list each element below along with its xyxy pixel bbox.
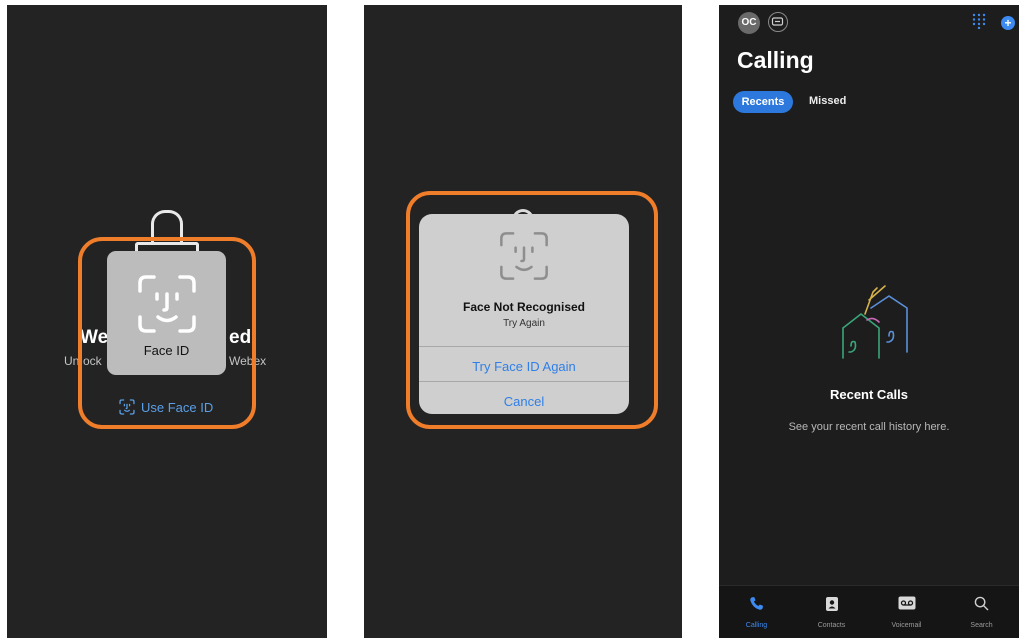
page-title: Calling xyxy=(737,47,814,73)
voicemail-icon xyxy=(898,596,915,610)
nav-calling-label: Calling xyxy=(745,622,768,629)
screen-share-button[interactable] xyxy=(768,12,788,32)
highlight-ring xyxy=(78,237,256,429)
phone-icon xyxy=(750,596,764,610)
dialpad-icon[interactable] xyxy=(972,13,986,29)
nav-search[interactable]: Search xyxy=(944,586,1019,638)
nav-calling[interactable]: Calling xyxy=(719,586,794,638)
tab-missed[interactable]: Missed xyxy=(809,95,846,107)
nav-contacts-label: Contacts xyxy=(817,622,846,629)
nav-contacts[interactable]: Contacts xyxy=(794,586,869,638)
empty-state-subtitle: See your recent call history here. xyxy=(788,421,950,433)
faceid-prompt-screen: We ed Un ock Webex Face ID Use Face ID xyxy=(7,5,327,638)
contacts-icon xyxy=(825,597,838,611)
nav-search-label: Search xyxy=(970,622,993,629)
nav-voicemail-label: Voicemail xyxy=(891,622,922,629)
face-not-recognised-screen: Face Not Recognised Try Again Try Face I… xyxy=(364,5,682,638)
empty-state-illustration xyxy=(842,285,908,359)
add-button[interactable]: + xyxy=(1001,16,1015,30)
avatar[interactable]: OC xyxy=(738,12,760,34)
tab-recents[interactable]: Recents xyxy=(733,91,793,113)
calling-screen: OC + Calling Recents Missed Recent Calls… xyxy=(719,5,1019,638)
search-icon xyxy=(974,596,989,611)
highlight-ring xyxy=(406,191,658,429)
nav-voicemail[interactable]: Voicemail xyxy=(869,586,944,638)
empty-state-title: Recent Calls xyxy=(829,387,909,402)
screen-share-icon xyxy=(771,17,784,26)
bottom-navigation: Calling Contacts Voicemail Search xyxy=(719,585,1019,638)
